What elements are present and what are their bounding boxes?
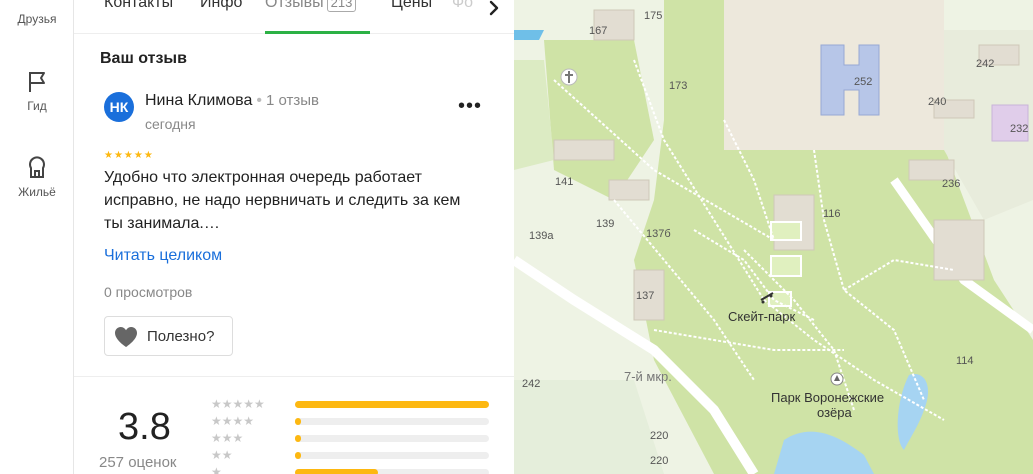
rail-item-label: Гид	[27, 99, 47, 113]
skateboard-icon	[760, 292, 774, 304]
org-panel: Контакты Инфо Отзывы 213 Цены Фо Ваш отзы…	[74, 0, 514, 474]
review-stars: ★★★★★	[104, 150, 154, 161]
map-house-number: 167	[589, 25, 608, 37]
flag-icon	[29, 72, 45, 92]
more-options-button[interactable]: •••	[458, 96, 482, 116]
ratings-count: 257 оценок	[99, 454, 177, 471]
heart-icon	[115, 327, 137, 347]
rating-row-5[interactable]: ★★★★★	[211, 398, 491, 410]
average-rating: 3.8	[118, 406, 171, 448]
chevron-right-icon	[489, 0, 499, 16]
rating-row-1[interactable]: ★	[211, 466, 491, 474]
rating-row-2[interactable]: ★★	[211, 449, 491, 461]
map-house-number: 173	[669, 80, 688, 92]
avatar[interactable]: НК	[104, 92, 134, 122]
tab-photos[interactable]: Фо	[452, 0, 473, 12]
author-name[interactable]: Нина Климова	[145, 92, 252, 109]
rail-item-friends[interactable]: Друзья	[0, 12, 74, 26]
bar-track	[295, 452, 489, 459]
rating-row-4[interactable]: ★★★★	[211, 415, 491, 427]
bar-fill	[295, 418, 301, 425]
map-house-number: 232	[1010, 123, 1029, 135]
map-poi-park-name-line2[interactable]: озёра	[817, 405, 852, 420]
church-icon[interactable]	[560, 68, 578, 86]
tab-prices[interactable]: Цены	[391, 0, 432, 12]
row-stars: ★★★★★	[211, 397, 265, 411]
row-stars: ★	[211, 465, 222, 474]
house-icon	[29, 156, 45, 178]
rating-row-3[interactable]: ★★★	[211, 432, 491, 444]
review-author: Нина Климова • 1 отзыв	[145, 92, 319, 110]
section-divider	[74, 376, 514, 377]
left-rail: Друзья Гид Жильё	[0, 0, 74, 474]
tab-contacts[interactable]: Контакты	[104, 0, 173, 12]
useful-button-label: Полезно?	[147, 328, 215, 345]
map-house-number: 116	[823, 208, 841, 220]
active-tab-indicator	[265, 31, 370, 34]
tab-bar: Контакты Инфо Отзывы 213 Цены Фо	[74, 0, 514, 34]
review-date: сегодня	[145, 116, 196, 132]
bar-fill	[295, 401, 489, 408]
bar-fill	[295, 435, 301, 442]
rail-item-guide[interactable]: Гид	[0, 68, 74, 113]
tab-info[interactable]: Инфо	[200, 0, 242, 12]
map-poi-park-name[interactable]: Парк Воронежские	[771, 390, 884, 405]
rail-item-housing[interactable]: Жильё	[0, 154, 74, 199]
map-house-number: 252	[854, 76, 873, 88]
map-house-number: 220	[650, 455, 669, 467]
rail-item-label: Жильё	[18, 185, 56, 199]
map-house-number: 236	[942, 178, 961, 190]
tabs-scroll-next-button[interactable]	[478, 0, 514, 20]
map-house-number: 175	[644, 10, 663, 22]
map-house-number: 139	[596, 218, 615, 230]
bar-track	[295, 418, 489, 425]
bar-track	[295, 401, 489, 408]
tab-reviews[interactable]: Отзывы 213	[265, 0, 357, 12]
map-house-number: 240	[928, 96, 947, 108]
row-stars: ★★★	[211, 431, 244, 445]
map-house-number: 114	[956, 355, 974, 367]
row-stars: ★★	[211, 448, 233, 462]
rail-item-label: Друзья	[17, 12, 57, 26]
bar-track	[295, 469, 489, 474]
map-view[interactable]: 175 167 173 252 242 240 232 236 141 139 …	[514, 0, 1033, 474]
map-house-number: 220	[650, 430, 669, 442]
bar-fill	[295, 469, 379, 474]
views-count: 0 просмотров	[104, 284, 193, 300]
tab-reviews-label: Отзывы	[265, 0, 324, 11]
row-stars: ★★★★	[211, 414, 255, 428]
map-house-number: 137	[636, 290, 655, 302]
map-house-number: 139а	[529, 230, 554, 242]
map-house-number: 137б	[646, 228, 671, 240]
map-house-number: 242	[976, 58, 995, 70]
park-pin-icon[interactable]	[830, 372, 844, 386]
useful-button[interactable]: Полезно?	[104, 316, 233, 356]
tab-reviews-count: 213	[326, 0, 357, 12]
review-text: Удобно что электронная очередь работает …	[104, 169, 461, 232]
map-street-label: 7-й мкр.	[624, 369, 672, 384]
bar-track	[295, 435, 489, 442]
map-house-number: 242	[522, 378, 541, 390]
read-more-link[interactable]: Читать целиком	[104, 247, 222, 265]
separator-dot: •	[256, 92, 262, 109]
author-review-count: 1 отзыв	[266, 92, 320, 109]
your-review-title: Ваш отзыв	[100, 50, 187, 67]
map-house-number: 141	[555, 176, 574, 188]
map-poi-skate-park[interactable]: Скейт-парк	[728, 309, 795, 324]
bar-fill	[295, 452, 301, 459]
